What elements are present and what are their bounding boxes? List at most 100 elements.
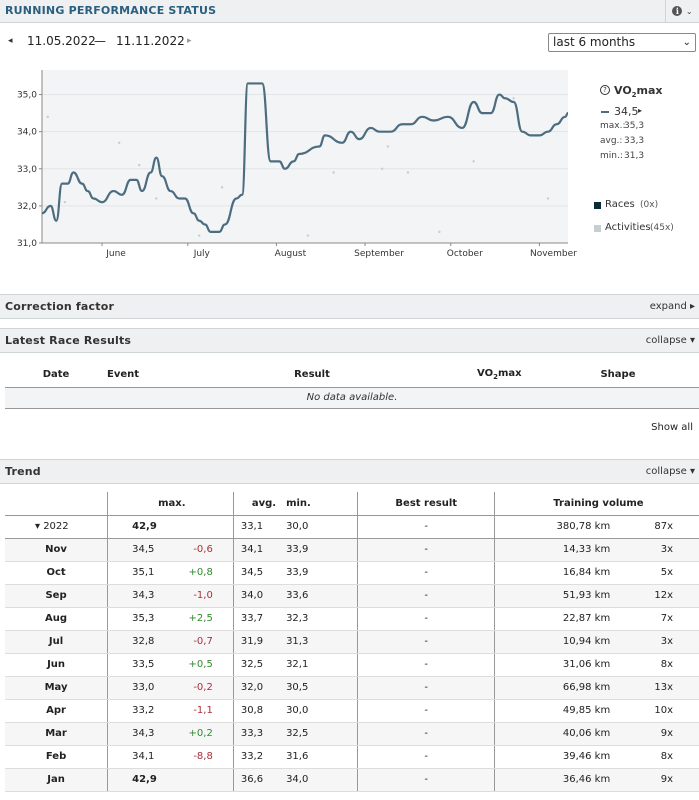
col-avg: avg.	[232, 492, 277, 516]
chevron-down-icon: ⌄	[685, 7, 693, 16]
cell-count: 9x	[620, 722, 699, 746]
races-swatch	[594, 202, 601, 209]
cell-best: -	[357, 561, 495, 585]
cell-km: 49,85 km	[494, 699, 621, 723]
collapse-link[interactable]: collapse ▾	[646, 335, 695, 346]
cell-avg: 31,9	[232, 630, 277, 654]
x-tick-label: October	[447, 249, 483, 259]
legend-min-value: 31,3	[624, 151, 645, 161]
cell-diff: +0,8	[167, 561, 234, 585]
cell-diff: -0,7	[167, 630, 234, 654]
cell-count: 13x	[620, 676, 699, 700]
legend-max-label: max.:	[600, 121, 626, 131]
cell-best: -	[357, 538, 495, 562]
cell-max: 33,2	[107, 699, 168, 723]
date-from[interactable]: 11.05.2022	[27, 34, 96, 48]
table-row: No data available.	[5, 387, 699, 409]
cell-month: Sep	[5, 584, 108, 608]
help-icon[interactable]: ?	[600, 85, 610, 95]
cell-max: 34,5	[107, 538, 168, 562]
date-separator: —	[94, 34, 106, 48]
activities-label: Activities	[605, 222, 651, 233]
cell-count: 9x	[620, 768, 699, 792]
legend-activities[interactable]: Activities (45x)	[594, 222, 699, 236]
legend-title-tail: max	[636, 84, 663, 97]
y-tick-label: 33,0	[17, 165, 37, 175]
cell-month: Oct	[5, 561, 108, 585]
legend-avg-label: avg.:	[600, 136, 623, 146]
x-tick-label: August	[275, 249, 307, 259]
cell-avg: 32,0	[232, 676, 277, 700]
table-row: Feb 34,1 -8,8 33,2 31,6-39,46 km 8x	[5, 745, 699, 769]
cell-month: Jan	[5, 768, 108, 792]
cell-count: 3x	[620, 630, 699, 654]
period-select-value: last 6 months	[553, 35, 636, 49]
col-vo2max[interactable]: VO2max	[477, 362, 537, 388]
collapse-link[interactable]: collapse ▾	[646, 466, 695, 477]
table-row: Nov 34,5 -0,6 34,1 33,9-14,33 km 3x	[5, 538, 699, 562]
trend-title: Trend	[5, 465, 41, 478]
year-row[interactable]: ▾ 2022 42,9 33,1 30,0 - 380,78 km 87x	[5, 515, 699, 539]
cell-max: 33,0	[107, 676, 168, 700]
cell-min: 33,6	[276, 584, 358, 608]
cell-avg: 33,2	[232, 745, 277, 769]
year-km: 380,78 km	[494, 515, 621, 539]
cell-km: 22,87 km	[494, 607, 621, 631]
next-period-icon[interactable]: ▸	[187, 36, 192, 46]
cell-min: 32,1	[276, 653, 358, 677]
cell-km: 40,06 km	[494, 722, 621, 746]
cell-min: 32,3	[276, 607, 358, 631]
year-best: -	[357, 515, 495, 539]
y-tick-label: 32,0	[17, 202, 37, 212]
cell-month: May	[5, 676, 108, 700]
expand-link[interactable]: expand ▸	[650, 301, 695, 312]
col-date[interactable]: Date	[5, 362, 107, 388]
year-max: 42,9	[107, 515, 168, 539]
table-header-row: Date Event Result VO2max Shape	[5, 362, 699, 388]
cell-km: 31,06 km	[494, 653, 621, 677]
period-select[interactable]: last 6 months ⌄	[548, 33, 696, 52]
cell-min: 31,3	[276, 630, 358, 654]
cell-km: 16,84 km	[494, 561, 621, 585]
cell-min: 33,9	[276, 561, 358, 585]
y-tick-label: 34,0	[17, 128, 37, 138]
info-menu-button[interactable]: i ⌄	[665, 0, 699, 23]
cell-count: 5x	[620, 561, 699, 585]
cell-month: Apr	[5, 699, 108, 723]
cell-count: 10x	[620, 699, 699, 723]
legend-races[interactable]: Races (0x)	[594, 199, 694, 213]
previous-period-icon[interactable]: ◂	[8, 36, 13, 46]
date-to[interactable]: 11.11.2022	[116, 34, 185, 48]
legend-avg-value: 33,3	[624, 136, 645, 146]
cell-diff: -1,0	[167, 584, 234, 608]
chevron-down-icon: ⌄	[682, 37, 691, 48]
cell-count: 3x	[620, 538, 699, 562]
cell-max: 42,9	[107, 768, 168, 792]
show-all-link[interactable]: Show all	[651, 422, 693, 433]
table-row: Mar 34,3 +0,2 33,3 32,5-40,06 km 9x	[5, 722, 699, 746]
race-results-section: Latest Race Results collapse ▾	[0, 328, 699, 353]
col-shape[interactable]: Shape	[537, 362, 699, 388]
activity-point	[472, 160, 475, 163]
cell-min: 34,0	[276, 768, 358, 792]
cell-max: 33,5	[107, 653, 168, 677]
col-result[interactable]: Result	[147, 362, 477, 388]
cell-count: 12x	[620, 584, 699, 608]
cell-km: 39,46 km	[494, 745, 621, 769]
cell-min: 31,6	[276, 745, 358, 769]
x-tick-label: November	[530, 249, 577, 259]
cell-best: -	[357, 630, 495, 654]
col-event[interactable]: Event	[107, 362, 147, 388]
col-vo2max-tail: max	[497, 367, 522, 379]
cell-diff: -1,1	[167, 699, 234, 723]
cell-count: 8x	[620, 653, 699, 677]
col-max: max.	[107, 492, 234, 516]
correction-factor-section[interactable]: Correction factor expand ▸	[0, 294, 699, 319]
activity-point	[546, 197, 550, 200]
race-results-table: Date Event Result VO2max Shape No data a…	[5, 362, 699, 409]
panel-header: RUNNING PERFORMANCE STATUS i ⌄	[0, 0, 699, 23]
cell-month: Mar	[5, 722, 108, 746]
cell-max: 32,8	[107, 630, 168, 654]
year-label[interactable]: ▾ 2022	[5, 515, 108, 539]
y-tick-label: 35,0	[17, 91, 37, 101]
